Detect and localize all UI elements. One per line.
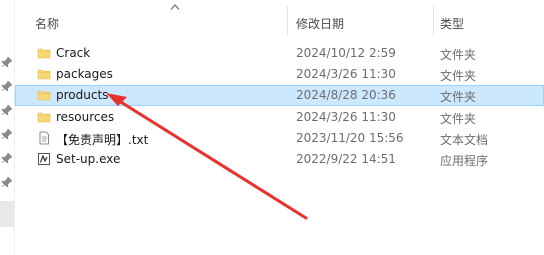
file-modified-date: 2022/9/22 14:51 [296,151,396,166]
file-name: packages [56,67,113,82]
column-modified-header[interactable]: 修改日期 [296,15,344,32]
file-type: 文本文档 [440,132,489,147]
column-type-header[interactable]: 类型 [440,15,464,32]
folder-icon [37,110,51,124]
file-row[interactable]: products 2024/8/28 20:36 文件夹 [15,85,544,107]
file-modified-date: 2024/3/26 11:30 [296,67,396,82]
file-row[interactable]: Crack 2024/10/12 2:59 文件夹 [15,43,544,64]
application-icon [37,152,51,166]
file-modified-date: 2023/11/20 15:56 [296,130,404,145]
folder-icon [37,67,51,81]
file-modified-date: 2024/3/26 11:30 [296,109,396,124]
column-divider[interactable] [433,6,434,36]
file-row[interactable]: packages 2024/3/26 11:30 文件夹 [15,64,544,85]
file-type: 应用程序 [440,153,489,168]
pin-icon[interactable] [1,176,13,188]
file-name: Set-up.exe [56,151,121,166]
column-divider[interactable] [287,6,288,36]
pin-icon[interactable] [1,80,13,92]
navigation-pane [0,0,14,255]
text-file-icon [37,131,51,145]
file-type: 文件夹 [440,111,477,126]
column-header: 名称 修改日期 类型 [15,0,544,36]
pin-icon[interactable] [1,152,13,164]
file-type: 文件夹 [440,90,477,105]
file-modified-date: 2024/10/12 2:59 [296,46,396,60]
file-explorer-window: 名称 修改日期 类型 Crack 2024/10/12 2:59 文件夹 packag… [0,0,544,255]
sort-ascending-icon [170,4,180,10]
file-row[interactable]: 【免责声明】.txt 2023/11/20 15:56 文本文档 [15,128,544,149]
folder-icon [37,46,51,60]
file-name: 【免责声明】.txt [56,132,149,147]
pin-icon[interactable] [1,104,13,116]
folder-icon [37,88,51,102]
file-name: resources [56,109,115,124]
pin-icon[interactable] [1,128,13,140]
file-modified-date: 2024/8/28 20:36 [296,88,396,103]
file-type: 文件夹 [440,48,477,62]
file-name: products [56,88,109,103]
navigation-scrollbar-thumb[interactable] [0,201,14,227]
file-row[interactable]: Set-up.exe 2022/9/22 14:51 应用程序 [15,149,544,170]
pin-icon[interactable] [1,56,13,68]
file-row[interactable]: resources 2024/3/26 11:30 文件夹 [15,107,544,128]
column-name-header[interactable]: 名称 [35,15,59,32]
file-name: Crack [56,46,91,60]
file-type: 文件夹 [440,69,477,84]
file-list: Crack 2024/10/12 2:59 文件夹 packages 2024/3/26… [15,43,544,170]
